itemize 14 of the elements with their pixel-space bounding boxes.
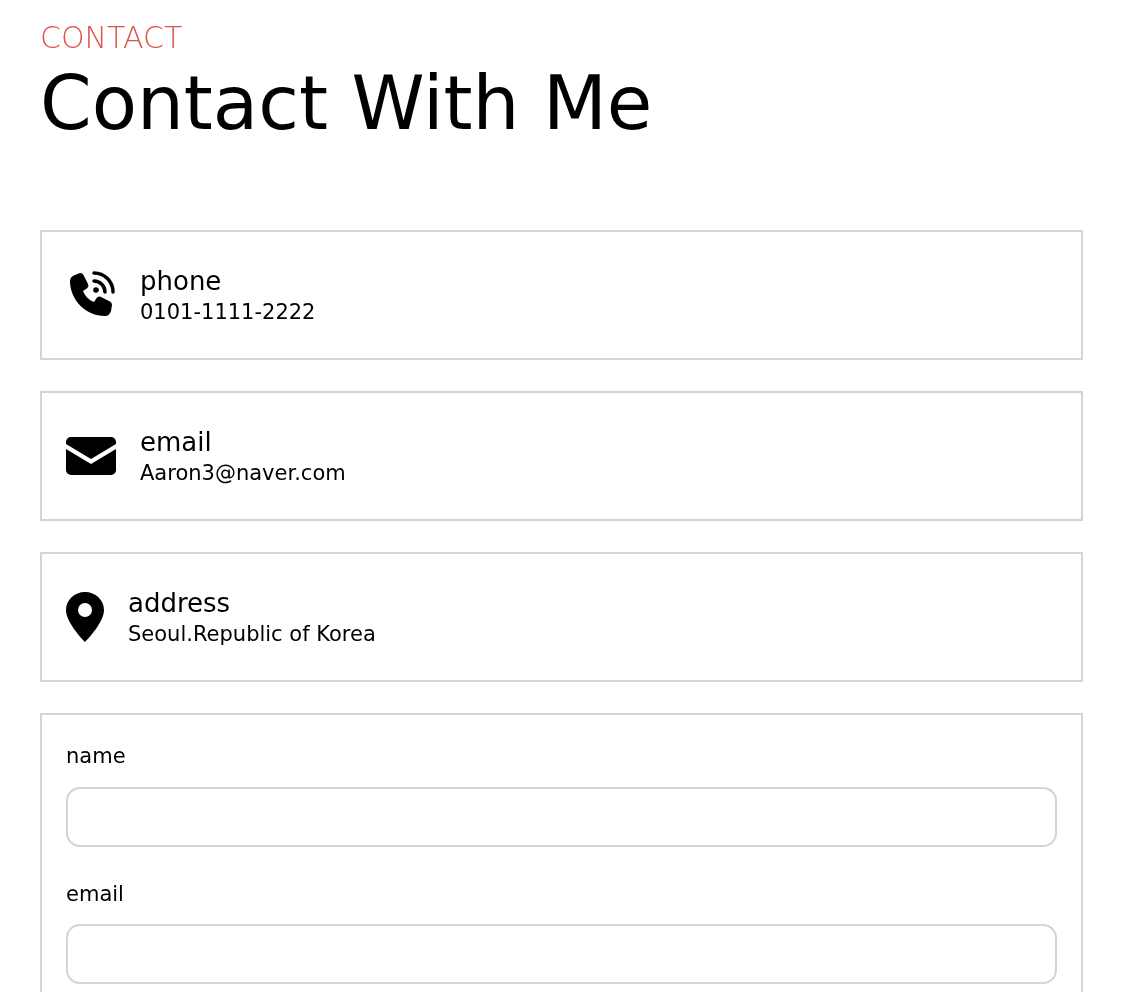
contact-value: Aaron3@naver.com [140,459,346,487]
contact-label: phone [140,264,223,298]
input-field[interactable] [66,924,1057,985]
section-label: CONTACT [40,19,184,57]
page-title: Contact With Me [40,63,654,145]
contact-value: 0101-1111-2222 [140,298,316,326]
contact-label: email [140,425,213,459]
map-pin-icon [66,592,104,643]
contact-value: Seoul.Republic of Korea [128,620,376,648]
field-label: email [66,880,125,908]
envelope-icon [66,437,116,476]
input-field[interactable] [66,786,1057,847]
field-label: name [66,743,127,771]
contact-label: address [128,586,232,620]
